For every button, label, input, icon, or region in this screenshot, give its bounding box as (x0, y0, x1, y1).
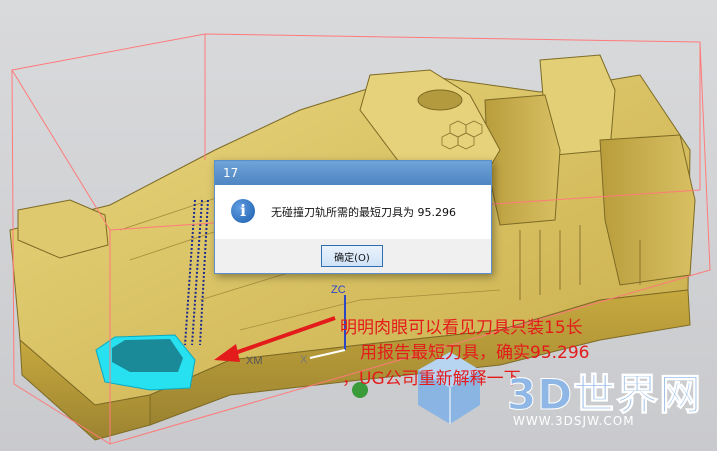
watermark-url: WWW.3DSJW.COM (513, 414, 635, 428)
annotation-line-1: 明明肉眼可以看见刀具只装15长 (340, 318, 583, 338)
x-axis-label: X (300, 354, 308, 366)
zc-axis-label: ZC (331, 284, 346, 296)
xm-axis-label: XM (246, 355, 263, 367)
annotation-line-3: ，UG公司重新解释一下 (342, 369, 521, 389)
ok-button[interactable]: 确定(O) (321, 245, 383, 267)
dialog-footer: 确定(O) (215, 239, 491, 273)
info-icon: i (231, 199, 255, 223)
dialog-message: 无碰撞刀轨所需的最短刀具为 95.296 (271, 206, 456, 219)
highlighted-pocket[interactable] (95, 334, 196, 391)
dialog-body: i 无碰撞刀轨所需的最短刀具为 95.296 确定(O) (215, 185, 491, 273)
report-dialog: 17 i 无碰撞刀轨所需的最短刀具为 95.296 确定(O) (214, 160, 492, 274)
annotation-line-2: 用报告最短刀具，确实95.296 (360, 343, 590, 363)
watermark-logo-text: 3D世界网 (506, 370, 703, 420)
dialog-title[interactable]: 17 (215, 161, 491, 185)
